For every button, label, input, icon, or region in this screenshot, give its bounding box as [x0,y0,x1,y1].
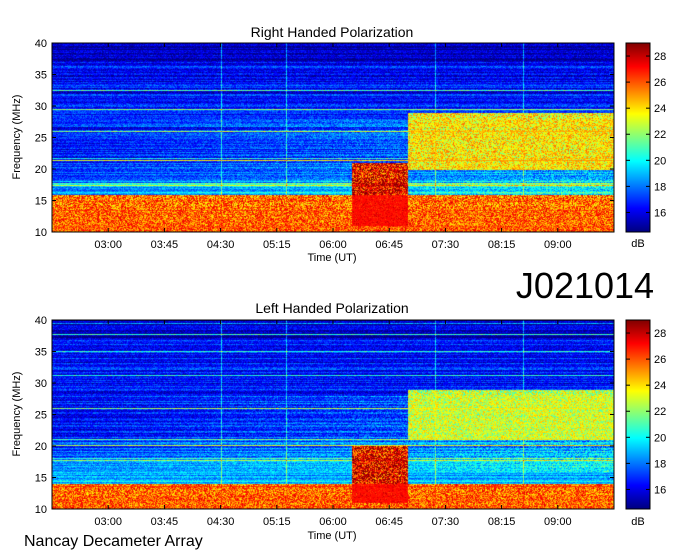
left-panel-title: Left Handed Polarization [255,300,408,316]
x-tick-label: 06:00 [319,516,347,528]
left-polarization-panel: Left Handed Polarization 10152025303540 … [11,300,666,542]
right-panel-title: Right Handed Polarization [251,24,414,40]
colorbar-tick-label: 20 [654,432,666,444]
colorbar-tick-label: 28 [654,51,666,63]
x-tick-label: 07:30 [432,239,460,251]
instrument-footer: Nancay Decameter Array [24,533,203,550]
y-tick-label: 25 [35,410,47,422]
left-x-axis-label: Time (UT) [307,530,356,542]
y-tick-label: 10 [35,504,47,516]
x-tick-label: 09:00 [544,516,572,528]
spectrogram-figure: Right Handed Polarization 10 15 20 25 30 35 40… [11,24,666,550]
colorbar-tick-label: 22 [654,406,666,418]
right-heatmap [52,43,614,232]
x-tick-label: 05:15 [263,516,291,528]
colorbar-tick-label: 26 [654,77,666,89]
colorbar-tick-label: 20 [654,155,666,167]
left-heatmap [52,320,614,509]
right-x-axis-label: Time (UT) [307,252,356,264]
right-colorbar-unit: dB [631,238,644,250]
colorbar-tick-label: 26 [654,354,666,366]
x-tick-label: 03:45 [151,516,179,528]
left-colorbar [625,319,651,510]
y-tick-label: 35 [35,70,47,82]
x-tick-label: 04:30 [207,516,235,528]
x-tick-label: 06:45 [375,239,403,251]
colorbar-tick-label: 28 [654,328,666,340]
x-tick-label: 07:30 [432,516,460,528]
dataset-id-label: J021014 [516,265,654,306]
y-tick-label: 20 [35,441,47,453]
y-tick-label: 30 [35,101,47,113]
right-colorbar [625,42,651,233]
x-tick-label: 08:15 [488,516,516,528]
x-tick-label: 03:45 [151,239,179,251]
x-tick-label: 08:15 [488,239,516,251]
left-y-axis-label: Frequency (MHz) [11,372,23,457]
colorbar-tick-label: 18 [654,458,666,470]
colorbar-tick-label: 24 [654,103,666,115]
y-tick-label: 40 [35,38,47,50]
x-tick-label: 03:00 [94,516,122,528]
colorbar-tick-label: 16 [654,207,666,219]
colorbar-tick-label: 18 [654,181,666,193]
y-tick-label: 10 [35,227,47,239]
y-tick-label: 20 [35,164,47,176]
y-tick-label: 15 [35,473,47,485]
colorbar-tick-label: 24 [654,380,666,392]
colorbar-tick-label: 16 [654,484,666,496]
y-tick-label: 40 [35,315,47,327]
x-tick-label: 05:15 [263,239,291,251]
y-tick-label: 15 [35,196,47,208]
y-tick-label: 35 [35,347,47,359]
y-tick-label: 25 [35,133,47,145]
x-tick-label: 09:00 [544,239,572,251]
x-tick-label: 03:00 [94,239,122,251]
right-y-axis-label: Frequency (MHz) [11,95,23,180]
left-colorbar-unit: dB [631,516,644,528]
right-polarization-panel: Right Handed Polarization 10 15 20 25 30 35 40… [11,24,666,264]
x-tick-label: 06:45 [375,516,403,528]
x-tick-label: 06:00 [319,239,347,251]
colorbar-tick-label: 22 [654,129,666,141]
y-tick-label: 30 [35,378,47,390]
x-tick-label: 04:30 [207,239,235,251]
